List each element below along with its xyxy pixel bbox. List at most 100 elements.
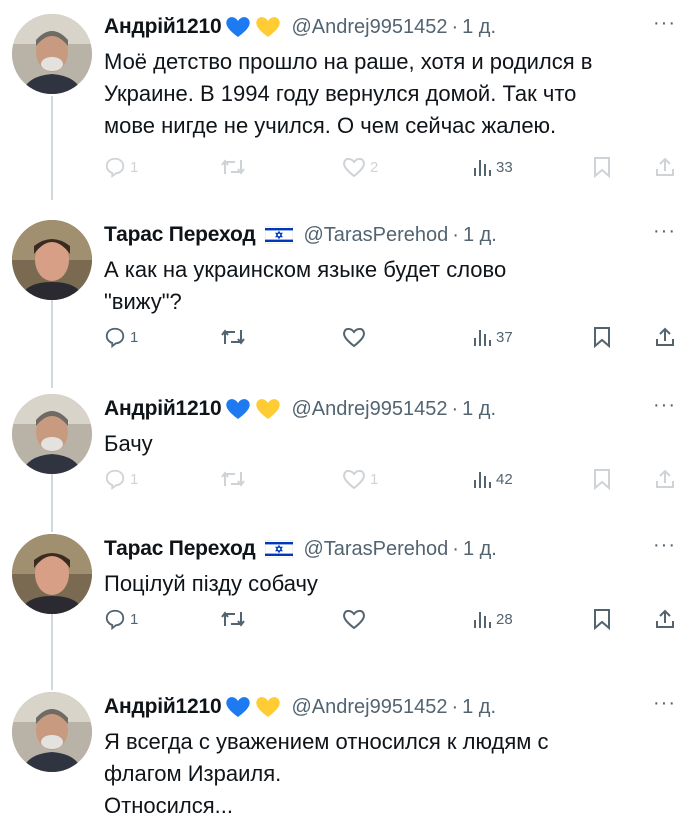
tweet[interactable]: Тарас Переход @TarasPerehod · 1 д. ··· А…	[0, 218, 700, 368]
avatar[interactable]	[12, 220, 92, 300]
reply-count: 1	[130, 328, 139, 346]
retweet-icon	[221, 471, 245, 487]
tweet-text-line: Поцілуй пізду собачу	[104, 571, 318, 596]
yellow-heart-icon	[255, 397, 281, 421]
display-name[interactable]: Андрій1210	[104, 397, 222, 421]
avatar[interactable]	[12, 692, 92, 772]
retweet-button[interactable]	[220, 156, 250, 178]
avatar[interactable]	[12, 14, 92, 94]
tweet-header: Андрій1210 @Andrej9951452 · 1 д.	[104, 392, 670, 426]
retweet-icon	[221, 611, 245, 627]
tweet-header: Андрій1210 @Andrej9951452 · 1 д.	[104, 690, 670, 724]
more-options-icon[interactable]: ···	[653, 394, 676, 417]
reply-button[interactable]: 1	[104, 326, 138, 348]
retweet-button[interactable]	[220, 608, 250, 630]
tweet-actions: 1 37	[104, 326, 684, 356]
tweet-text: Бачу	[104, 428, 684, 460]
reply-count: 1	[130, 470, 139, 488]
more-options-icon[interactable]: ···	[653, 692, 676, 715]
more-options-icon[interactable]: ···	[653, 220, 676, 243]
reply-icon	[105, 327, 125, 348]
share-button[interactable]	[654, 468, 676, 490]
blue-heart-icon	[225, 695, 251, 719]
views-button[interactable]: 33	[472, 156, 513, 178]
tweet[interactable]: Андрій1210 @Andrej9951452 · 1 д. ··· Моё…	[0, 10, 700, 190]
share-button[interactable]	[654, 156, 676, 178]
user-handle[interactable]: @Andrej9951452	[291, 398, 447, 421]
separator-dot: ·	[451, 397, 459, 420]
blue-heart-icon	[225, 15, 251, 39]
tweet-actions: 1 2 33	[104, 156, 684, 186]
timestamp[interactable]: 1 д.	[463, 224, 497, 247]
like-button[interactable]: 2	[342, 156, 378, 178]
user-handle[interactable]: @TarasPerehod	[303, 538, 448, 561]
display-name[interactable]: Андрій1210	[104, 15, 222, 39]
bookmark-button[interactable]	[592, 608, 612, 630]
view-count: 33	[496, 158, 513, 176]
heart-icon	[343, 609, 365, 630]
retweet-button[interactable]	[220, 326, 250, 348]
share-icon	[656, 327, 674, 346]
display-name[interactable]: Тарас Переход	[104, 223, 256, 247]
tweet-text-line: Относился...	[104, 793, 233, 818]
like-button[interactable]: 1	[342, 468, 378, 490]
timestamp[interactable]: 1 д.	[462, 16, 496, 39]
share-icon	[656, 469, 674, 488]
retweet-icon	[221, 159, 245, 175]
separator-dot: ·	[451, 695, 459, 718]
views-button[interactable]: 37	[472, 326, 513, 348]
user-handle[interactable]: @Andrej9951452	[291, 696, 447, 719]
reply-count: 1	[130, 158, 139, 176]
views-button[interactable]: 42	[472, 468, 513, 490]
tweet[interactable]: Андрій1210 @Andrej9951452 · 1 д. ··· Бач…	[0, 392, 700, 502]
timestamp[interactable]: 1 д.	[462, 398, 496, 421]
israel-flag-icon	[265, 226, 294, 244]
tweet[interactable]: Андрій1210 @Andrej9951452 · 1 д. ··· Я в…	[0, 690, 700, 833]
bookmark-button[interactable]	[592, 326, 612, 348]
tweet-text-line: А как на украинском языке будет слово	[104, 257, 507, 282]
display-name[interactable]: Андрій1210	[104, 695, 222, 719]
like-button[interactable]	[342, 608, 370, 630]
tweet[interactable]: Тарас Переход @TarasPerehod · 1 д. ··· П…	[0, 532, 700, 652]
timestamp[interactable]: 1 д.	[462, 696, 496, 719]
tweet-text: Я всегда с уважением относился к людям с…	[104, 726, 684, 822]
more-options-icon[interactable]: ···	[653, 12, 676, 35]
bookmark-button[interactable]	[592, 156, 612, 178]
bookmark-icon	[594, 609, 610, 630]
avatar[interactable]	[12, 394, 92, 474]
separator-dot: ·	[452, 537, 459, 560]
views-button[interactable]: 28	[472, 608, 513, 630]
view-count: 28	[496, 610, 513, 628]
bookmark-button[interactable]	[592, 468, 612, 490]
separator-dot: ·	[452, 223, 459, 246]
yellow-heart-icon	[255, 15, 281, 39]
views-icon	[474, 472, 491, 488]
tweet-header: Тарас Переход @TarasPerehod · 1 д.	[104, 532, 670, 566]
retweet-button[interactable]	[220, 468, 250, 490]
tweet-header: Тарас Переход @TarasPerehod · 1 д.	[104, 218, 670, 252]
like-button[interactable]	[342, 326, 370, 348]
tweet-text-line: мове нигде не учился. О чем сейчас жалею…	[104, 113, 557, 138]
display-name[interactable]: Тарас Переход	[104, 537, 256, 561]
views-icon	[474, 160, 491, 176]
more-options-icon[interactable]: ···	[653, 534, 676, 557]
avatar-andrii-image	[12, 692, 92, 772]
view-count: 42	[496, 470, 513, 488]
user-handle[interactable]: @Andrej9951452	[291, 16, 447, 39]
share-button[interactable]	[654, 608, 676, 630]
tweet-text-line: флагом Израиля.	[104, 761, 282, 786]
reply-icon	[105, 157, 125, 178]
timestamp[interactable]: 1 д.	[463, 538, 497, 561]
view-count: 37	[496, 328, 513, 346]
reply-button[interactable]: 1	[104, 156, 138, 178]
israel-flag-icon	[265, 540, 294, 558]
tweet-text-line: Бачу	[104, 431, 153, 456]
heart-icon	[343, 469, 365, 490]
reply-button[interactable]: 1	[104, 468, 138, 490]
share-button[interactable]	[654, 326, 676, 348]
reply-button[interactable]: 1	[104, 608, 138, 630]
yellow-heart-icon	[255, 695, 281, 719]
user-handle[interactable]: @TarasPerehod	[303, 224, 448, 247]
avatar-andrii-image	[12, 14, 92, 94]
avatar[interactable]	[12, 534, 92, 614]
